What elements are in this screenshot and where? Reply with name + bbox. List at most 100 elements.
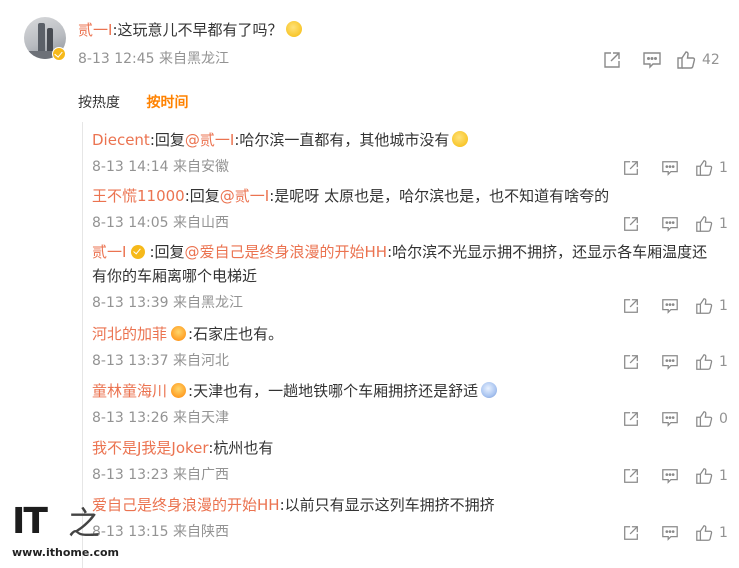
like-count: 1 — [719, 525, 728, 541]
like-button[interactable]: 0 — [695, 409, 728, 429]
sort-by-hot[interactable]: 按热度 — [78, 95, 120, 111]
reply-target[interactable]: @贰一I — [220, 187, 269, 205]
comment-icon — [662, 412, 678, 427]
hug-emoji-icon — [285, 21, 302, 37]
main-comment: 贰一I:这玩意儿不早都有了吗？ 8-13 12:45 来自黑龙江 42 — [0, 0, 739, 100]
share-icon — [624, 161, 638, 175]
share-button[interactable] — [622, 296, 640, 316]
comment-icon — [662, 217, 678, 232]
comment-button[interactable] — [661, 466, 679, 486]
like-icon — [696, 468, 713, 484]
comment-icon — [662, 526, 678, 541]
like-button[interactable]: 42 — [676, 50, 720, 70]
like-button[interactable]: 1 — [695, 296, 728, 316]
comment-button[interactable] — [661, 523, 679, 543]
vip-crown-icon — [171, 383, 187, 398]
reply-author[interactable]: 爱自己是终身浪漫的开始HH — [92, 496, 280, 514]
share-icon — [624, 299, 638, 313]
share-icon — [624, 355, 638, 369]
laugh-emoji-icon — [452, 131, 469, 147]
share-button[interactable] — [602, 50, 622, 70]
like-count: 42 — [702, 52, 720, 68]
reply-text: Diecent:回复@贰一I:哈尔滨一直都有，其他城市没有 — [92, 130, 732, 150]
comment-body: 这玩意儿不早都有了吗？ — [117, 21, 283, 39]
sort-bar: 按热度 按时间 — [78, 92, 210, 112]
main-comment-text: 贰一I:这玩意儿不早都有了吗？ — [78, 20, 302, 40]
reply-actions: 1 — [622, 158, 732, 178]
reply-author[interactable]: 河北的加菲 — [92, 325, 167, 343]
list-item: 爱自己是终身浪漫的开始HH:以前只有显示这列车拥挤不拥挤 8-13 13:15 … — [92, 495, 732, 541]
reply-text: 王不慌11000:回复@贰一I:是呢呀 太原也是，哈尔滨也是，也不知道有啥夸的 — [92, 187, 610, 205]
reply-author[interactable]: 童林童海川 — [92, 382, 167, 400]
like-icon — [696, 354, 713, 370]
like-count: 1 — [719, 468, 728, 484]
reply-text: 河北的加菲:石家庄也有。 — [92, 325, 284, 343]
share-button[interactable] — [622, 214, 640, 234]
comment-icon — [662, 355, 678, 370]
comment-icon — [662, 469, 678, 484]
reply-actions: 1 — [622, 296, 732, 316]
list-item: 河北的加菲:石家庄也有。 8-13 13:37 来自河北 1 — [92, 324, 732, 370]
comment-button[interactable] — [661, 296, 679, 316]
comment-location: 来自黑龙江 — [159, 51, 230, 67]
like-button[interactable]: 1 — [695, 158, 728, 178]
reply-actions: 1 — [622, 214, 732, 234]
share-button[interactable] — [622, 523, 640, 543]
reply-author[interactable]: 我不是J我是Joker — [92, 439, 208, 457]
like-button[interactable]: 1 — [695, 523, 728, 543]
vip-crown-icon — [171, 326, 187, 341]
share-icon — [604, 52, 620, 68]
like-icon — [696, 525, 713, 541]
reply-author[interactable]: 贰一I — [92, 243, 126, 261]
share-icon — [624, 526, 638, 540]
reply-list: Diecent:回复@贰一I:哈尔滨一直都有，其他城市没有 8-13 14:14… — [82, 122, 732, 568]
comment-icon — [643, 52, 661, 69]
share-icon — [624, 217, 638, 231]
reply-author[interactable]: 王不慌11000 — [92, 187, 185, 205]
share-button[interactable] — [622, 466, 640, 486]
shock-emoji-icon — [481, 382, 498, 398]
share-icon — [624, 469, 638, 483]
comment-meta: 8-13 12:45 来自黑龙江 — [78, 50, 229, 68]
comment-icon — [662, 299, 678, 314]
reply-actions: 1 — [622, 466, 732, 486]
list-item: Diecent:回复@贰一I:哈尔滨一直都有，其他城市没有 8-13 14:14… — [92, 130, 732, 176]
comment-button[interactable] — [661, 409, 679, 429]
ithome-url: www.ithome.com — [12, 546, 120, 559]
list-item: 贰一I:回复@爱自己是终身浪漫的开始HH:哈尔滨不光显示拥不拥挤，还显示各车厢温… — [92, 240, 732, 314]
reply-text: 童林童海川:天津也有，一趟地铁哪个车厢拥挤还是舒适 — [92, 381, 732, 401]
reply-target[interactable]: @爱自己是终身浪漫的开始HH — [185, 243, 388, 261]
comment-date: 8-13 12:45 — [78, 51, 155, 67]
verified-badge-icon — [131, 245, 146, 259]
reply-text: 贰一I:回复@爱自己是终身浪漫的开始HH:哈尔滨不光显示拥不拥挤，还显示各车厢温… — [92, 243, 708, 285]
reply-target[interactable]: @贰一I — [185, 131, 234, 149]
sort-by-time[interactable]: 按时间 — [146, 95, 188, 111]
share-button[interactable] — [622, 158, 640, 178]
share-button[interactable] — [622, 409, 640, 429]
share-button[interactable] — [622, 352, 640, 372]
comment-icon — [662, 161, 678, 176]
share-icon — [624, 412, 638, 426]
like-count: 1 — [719, 160, 728, 176]
reply-author[interactable]: Diecent — [92, 131, 150, 149]
comment-button[interactable] — [661, 158, 679, 178]
like-button[interactable]: 1 — [695, 352, 728, 372]
comment-button[interactable] — [642, 50, 662, 70]
like-button[interactable]: 1 — [695, 466, 728, 486]
comment-actions: 42 — [600, 50, 730, 70]
like-icon — [696, 160, 713, 176]
list-item: 我不是J我是Joker:杭州也有 8-13 13:23 来自广西 1 — [92, 438, 732, 484]
reply-text: 我不是J我是Joker:杭州也有 — [92, 439, 274, 457]
comment-author[interactable]: 贰一I — [78, 21, 112, 39]
like-button[interactable]: 1 — [695, 214, 728, 234]
like-count: 0 — [719, 411, 728, 427]
like-count: 1 — [719, 216, 728, 232]
comment-button[interactable] — [661, 352, 679, 372]
comment-button[interactable] — [661, 214, 679, 234]
like-count: 1 — [719, 354, 728, 370]
like-icon — [677, 51, 696, 69]
list-item: 童林童海川:天津也有，一趟地铁哪个车厢拥挤还是舒适 8-13 13:26 来自天… — [92, 381, 732, 427]
ithome-watermark: IT 之 www.ithome.com — [12, 502, 119, 562]
reply-actions: 1 — [622, 352, 732, 372]
verified-badge-icon — [52, 47, 66, 61]
